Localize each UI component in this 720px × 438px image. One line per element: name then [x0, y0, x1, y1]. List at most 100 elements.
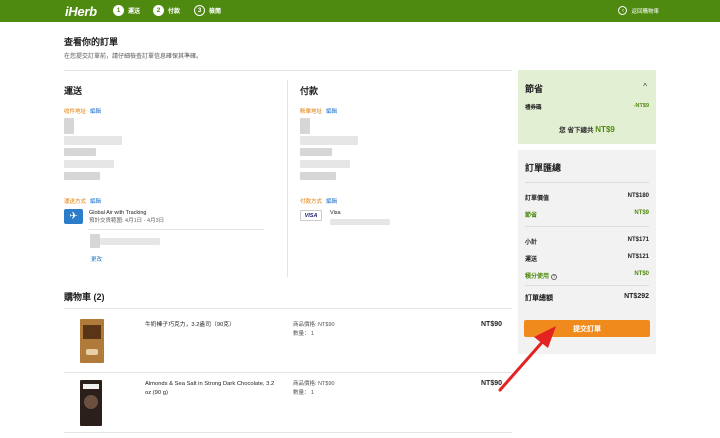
product-image-milk-hazelnut[interactable]	[80, 319, 104, 363]
shipping-method-name: Global Air with Tracking	[89, 210, 147, 216]
step-review: 3 檢閱	[194, 5, 221, 16]
step-label: 運送	[128, 9, 141, 15]
divider	[525, 226, 649, 227]
airplane-icon: ✈	[64, 209, 83, 224]
savings-title: 節省	[525, 84, 544, 94]
edit-payment-method-link[interactable]: 編輯	[326, 197, 337, 205]
redacted-billing	[300, 148, 332, 156]
savings-panel: 節省 ^ 禮券碼 -NT$9 您 省下總共 NT$9	[518, 70, 656, 144]
redacted-card-number	[330, 219, 390, 225]
subtotal-label: 小計	[525, 240, 538, 246]
page-title: 查看你的訂單	[64, 37, 119, 47]
product-unit-price: 商品價格: NT$90	[293, 381, 335, 387]
total-savings-note: 您 省下總共 NT$9	[518, 124, 656, 134]
order-value-label: 訂單價值	[525, 196, 550, 202]
rewards-value: NT$0	[634, 271, 649, 277]
order-summary-panel: 訂單匯總 訂單價值 NT$180 節省 NT$9 小計 NT$171 運送 NT…	[518, 150, 656, 354]
order-total-value: NT$292	[624, 293, 649, 300]
order-summary-title: 訂單匯總	[525, 163, 562, 173]
divider	[525, 285, 649, 286]
redacted-shipping-info	[90, 234, 100, 248]
edit-billing-address-link[interactable]: 編輯	[326, 107, 337, 115]
step-payment[interactable]: 2 付款	[153, 5, 180, 16]
step-number: 1	[113, 5, 124, 16]
coupon-label: 禮券碼	[525, 105, 542, 111]
savings-value: NT$9	[634, 210, 649, 216]
payment-method-label-row: 付款方式 編輯	[300, 197, 337, 205]
divider	[64, 308, 512, 309]
visa-card-icon: VISA	[300, 210, 322, 221]
page-subtitle: 在您提交訂單前，請仔細檢查訂單信息確保其準確。	[64, 54, 203, 60]
order-total-row: 訂單總額 NT$292	[525, 293, 649, 303]
rewards-row: 積分使用? NT$0	[525, 271, 649, 280]
redacted-address	[64, 148, 96, 156]
order-total-label: 訂單總額	[525, 295, 553, 302]
order-value: NT$180	[627, 193, 649, 199]
shipping-method-label: 運送方式	[64, 199, 87, 205]
redacted-billing	[300, 160, 350, 168]
redacted-address	[64, 172, 100, 180]
iherb-logo[interactable]: iHerb	[65, 4, 97, 19]
total-savings-amount: NT$9	[595, 125, 615, 134]
step-number: 3	[194, 5, 205, 16]
subtotal-row: 小計 NT$171	[525, 237, 649, 246]
change-shipping-link[interactable]: 更改	[91, 255, 102, 263]
shipping-cost-label: 運送	[525, 257, 538, 263]
billing-address-label-row: 賬單地址 編輯	[300, 107, 337, 115]
shipping-cost-value: NT$121	[627, 254, 649, 260]
payment-section-title: 付款	[300, 86, 319, 96]
redacted-billing	[300, 172, 336, 180]
shipping-method-row: ✈ Global Air with Tracking 預計交貨範圍: 4月1日 …	[64, 209, 164, 225]
chevron-left-icon: ‹	[618, 6, 628, 15]
order-value-row: 訂單價值 NT$180	[525, 193, 649, 202]
submit-order-button[interactable]: 提交訂單	[524, 320, 650, 337]
divider	[64, 432, 512, 433]
redacted-address	[64, 160, 114, 168]
step-number: 2	[153, 5, 164, 16]
back-to-cart-link[interactable]: ‹ 返回購物車	[618, 6, 659, 15]
cart-title: 購物車 (2)	[64, 292, 105, 302]
product-image-almond-dark-chocolate[interactable]	[80, 380, 102, 426]
savings-row: 節省 NT$9	[525, 210, 649, 219]
subtotal-value: NT$171	[627, 237, 649, 243]
shipping-section-title: 運送	[64, 86, 83, 96]
coupon-value: -NT$9	[633, 103, 649, 109]
redacted-address	[64, 136, 122, 145]
redacted-shipping-info	[100, 238, 160, 245]
product-unit-price: 商品價格: NT$90	[293, 322, 335, 328]
payment-method-label: 付款方式	[300, 199, 323, 205]
product-quantity: 數量： 1	[293, 331, 315, 337]
rewards-label: 積分使用	[525, 274, 550, 280]
step-label: 付款	[168, 9, 181, 15]
back-to-cart-label: 返回購物車	[631, 8, 659, 15]
redacted-address	[64, 118, 74, 134]
shipping-method-date: 預計交貨範圍: 4月1日 - 4月3日	[89, 218, 165, 224]
product-total: NT$90	[481, 380, 503, 387]
chevron-up-icon[interactable]: ^	[643, 82, 647, 91]
checkout-header: iHerb 1 運送 2 付款 3 檢閱 ‹ 返回購物車	[0, 0, 720, 22]
divider	[64, 372, 512, 373]
edit-shipping-address-link[interactable]: 編輯	[90, 107, 101, 115]
redacted-billing	[300, 136, 358, 145]
product-name[interactable]: 牛奶榛子巧克力，3.2盎司（90克）	[145, 321, 275, 330]
coupon-row: 禮券碼 -NT$9	[525, 103, 649, 111]
divider	[88, 229, 264, 230]
divider	[525, 182, 649, 183]
product-total: NT$90	[481, 321, 503, 328]
product-quantity: 數量： 1	[293, 390, 315, 396]
help-icon[interactable]: ?	[551, 273, 558, 280]
shipping-cost-row: 運送 NT$121	[525, 254, 649, 263]
total-savings-prefix: 您 省下總共	[559, 127, 594, 134]
billing-address-label: 賬單地址	[300, 109, 323, 115]
redacted-billing	[300, 118, 310, 134]
card-name: Visa	[330, 210, 341, 216]
shipping-address-label: 收件地址	[64, 109, 87, 115]
step-shipping[interactable]: 1 運送	[113, 5, 140, 16]
savings-label: 節省	[525, 213, 538, 219]
shipping-method-label-row: 運送方式 編輯	[64, 197, 101, 205]
edit-shipping-method-link[interactable]: 編輯	[90, 197, 101, 205]
product-name[interactable]: Almonds & Sea Salt in Strong Dark Chocol…	[145, 380, 275, 398]
shipping-address-label-row: 收件地址 編輯	[64, 107, 101, 115]
column-divider	[287, 80, 288, 277]
step-label: 檢閱	[209, 9, 222, 15]
